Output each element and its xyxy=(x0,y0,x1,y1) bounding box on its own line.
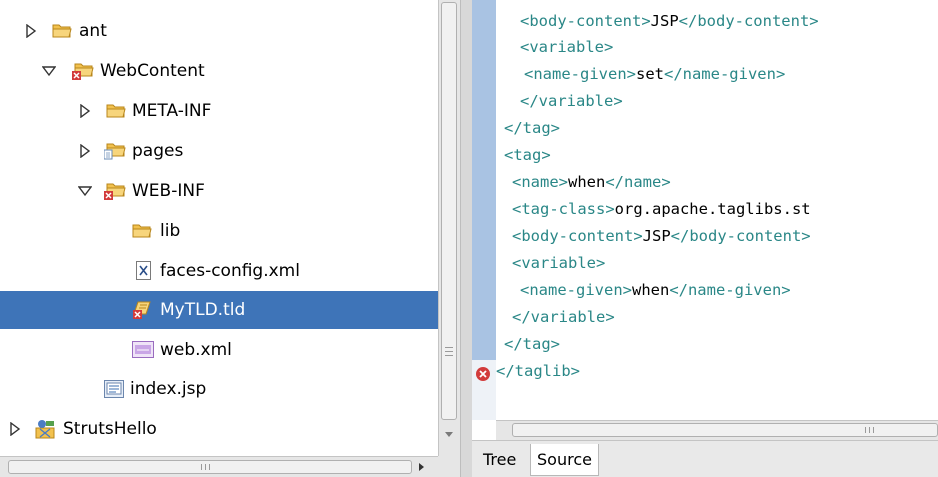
tree-item-label: ant xyxy=(79,21,107,41)
code-line[interactable]: </taglib> xyxy=(496,358,580,384)
code-line[interactable]: <name>when</name> xyxy=(512,169,671,195)
code-tag: <tag> xyxy=(504,146,551,164)
tree-item-web-inf[interactable]: WEB-INF xyxy=(0,172,438,210)
code-text: JSP xyxy=(642,227,671,245)
expand-arrow-icon[interactable] xyxy=(8,422,22,436)
code-tag: </name-given> xyxy=(663,65,786,83)
editor-horizontal-scroll-thumb[interactable] xyxy=(512,423,938,437)
expand-arrow-icon[interactable] xyxy=(24,24,38,38)
editor-gutter-range-indicator xyxy=(472,0,496,360)
code-tag: <name> xyxy=(512,173,568,191)
code-text: set xyxy=(635,65,664,83)
tree-item-faces-config[interactable]: faces-config.xml xyxy=(0,252,438,290)
code-line[interactable]: </variable> xyxy=(512,304,615,330)
tree-item-label: MyTLD.tld xyxy=(160,300,246,320)
tree-item-strutshello[interactable]: StrutsHello xyxy=(0,410,438,448)
code-line[interactable]: <body-content>JSP</body-content> xyxy=(520,8,819,34)
tree-item-web-xml[interactable]: web.xml xyxy=(0,331,438,369)
expand-arrow-icon[interactable] xyxy=(78,144,92,158)
code-tag: </taglib> xyxy=(496,362,580,380)
code-line[interactable]: </variable> xyxy=(520,88,623,114)
pane-splitter[interactable] xyxy=(460,0,472,477)
code-text: when xyxy=(568,173,606,191)
folder-icon xyxy=(106,104,126,118)
code-line[interactable]: </tag> xyxy=(504,115,560,141)
project-icon xyxy=(35,420,55,439)
tree-vertical-scroll-thumb[interactable] xyxy=(441,2,457,420)
tree-item-label: web.xml xyxy=(160,340,232,360)
code-tag: </name-given> xyxy=(669,281,791,299)
code-line[interactable]: <tag> xyxy=(504,142,551,168)
code-tag: </variable> xyxy=(512,308,615,326)
editor-page-tabs: Tree Source xyxy=(472,440,938,477)
code-line[interactable]: <name-given>when</name-given> xyxy=(520,277,791,303)
code-tag: <body-content> xyxy=(512,227,643,245)
scroll-down-arrow-icon[interactable] xyxy=(441,426,457,442)
code-tag: </tag> xyxy=(504,335,560,353)
folder-icon xyxy=(132,224,152,238)
tree-item-mytld[interactable]: MyTLD.tld xyxy=(0,291,438,329)
code-line[interactable]: <variable> xyxy=(512,250,605,276)
code-line[interactable]: <tag-class>org.apache.taglibs.st xyxy=(512,196,811,222)
code-tag: <variable> xyxy=(520,38,614,56)
code-tag: </variable> xyxy=(520,92,623,110)
code-tag: <name-given> xyxy=(520,281,632,299)
code-tag: <name-given> xyxy=(524,65,636,83)
folder-error-icon xyxy=(72,63,94,80)
tree-item-index-jsp[interactable]: index.jsp xyxy=(0,370,438,408)
code-tag: <body-content> xyxy=(520,12,651,30)
scrollbar-corner xyxy=(438,456,460,477)
tree-vertical-scrollbar[interactable] xyxy=(438,0,460,456)
code-tag: <tag-class> xyxy=(512,200,615,218)
folder-pages-icon xyxy=(104,143,126,160)
tree-item-lib[interactable]: lib xyxy=(0,212,438,250)
tree-item-label: index.jsp xyxy=(130,379,207,399)
code-tag: </tag> xyxy=(504,119,560,137)
tab-source[interactable]: Source xyxy=(530,444,599,476)
editor-horizontal-scrollbar[interactable] xyxy=(496,420,938,440)
tree-item-label: StrutsHello xyxy=(63,419,157,439)
tree-item-label: pages xyxy=(132,141,184,161)
tree-item-label: META-INF xyxy=(132,101,212,121)
tree-item-label: WebContent xyxy=(100,61,205,81)
tree-item-label: faces-config.xml xyxy=(160,261,300,281)
code-line[interactable]: <name-given>set</name-given> xyxy=(524,61,785,87)
code-text: JSP xyxy=(650,12,679,30)
collapse-arrow-icon[interactable] xyxy=(42,64,56,78)
tab-tree[interactable]: Tree xyxy=(477,444,522,476)
tree-horizontal-scrollbar[interactable] xyxy=(0,456,438,477)
tree-item-webcontent[interactable]: WebContent xyxy=(0,52,438,90)
tree-item-ant[interactable]: ant xyxy=(0,12,438,50)
folder-error-icon xyxy=(104,183,126,200)
error-icon[interactable] xyxy=(475,366,491,382)
source-code-area[interactable]: <body-content>JSP</body-content> <variabl… xyxy=(496,0,938,420)
tld-error-icon xyxy=(133,301,151,319)
tld-source-editor: <body-content>JSP</body-content> <variabl… xyxy=(472,0,938,477)
folder-icon xyxy=(52,24,72,38)
code-tag: </body-content> xyxy=(670,227,811,245)
tree-item-label: lib xyxy=(160,221,181,241)
code-tag: </name> xyxy=(605,173,671,191)
tree-item-pages[interactable]: pages xyxy=(0,132,438,170)
tree-item-label: WEB-INF xyxy=(132,181,205,201)
code-line[interactable]: <variable> xyxy=(520,34,613,60)
code-text: when xyxy=(631,281,670,299)
code-text: org.apache.taglibs.st xyxy=(614,200,811,218)
project-explorer-tree: ant WebContent META-INF pages WEB-INF li… xyxy=(0,0,438,456)
xml-file-icon xyxy=(136,261,151,280)
web-xml-icon xyxy=(132,341,154,358)
code-tag: <variable> xyxy=(512,254,606,272)
collapse-arrow-icon[interactable] xyxy=(78,184,92,198)
code-tag: </body-content> xyxy=(678,12,819,30)
tree-horizontal-scroll-thumb[interactable] xyxy=(8,460,412,474)
code-line[interactable]: <body-content>JSP</body-content> xyxy=(512,223,811,249)
tree-item-meta-inf[interactable]: META-INF xyxy=(0,92,438,130)
expand-arrow-icon[interactable] xyxy=(78,104,92,118)
scroll-right-arrow-icon[interactable] xyxy=(414,460,428,474)
jsp-file-icon xyxy=(104,380,124,398)
code-line[interactable]: </tag> xyxy=(504,331,560,357)
